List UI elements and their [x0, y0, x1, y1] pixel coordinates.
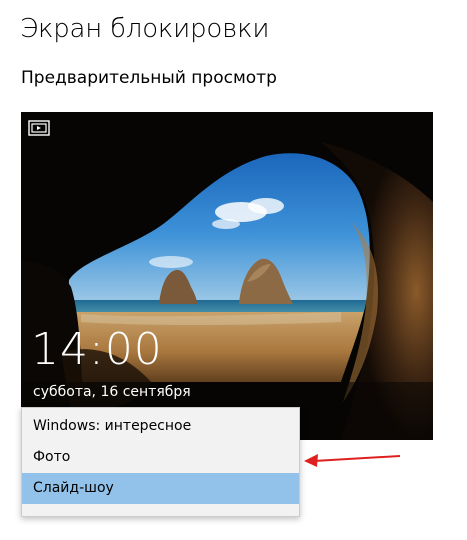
annotation-arrow-icon [304, 454, 401, 467]
lock-screen-time: 14:00 [31, 324, 163, 375]
background-dropdown-list[interactable]: Windows: интересное Фото Слайд-шоу [21, 407, 300, 517]
lock-screen-settings-page: Экран блокировки Предварительный просмот… [0, 0, 467, 540]
lock-screen-date: суббота, 16 сентября [33, 384, 191, 400]
preview-section-title: Предварительный просмотр [21, 68, 277, 88]
dropdown-option-photo[interactable]: Фото [22, 442, 299, 473]
dropdown-option-windows-spotlight[interactable]: Windows: интересное [22, 411, 299, 442]
slideshow-icon [28, 120, 50, 136]
page-title: Экран блокировки [20, 14, 270, 44]
lock-screen-preview: 14:00 суббота, 16 сентября [21, 112, 433, 440]
dropdown-option-slideshow[interactable]: Слайд-шоу [22, 473, 299, 504]
